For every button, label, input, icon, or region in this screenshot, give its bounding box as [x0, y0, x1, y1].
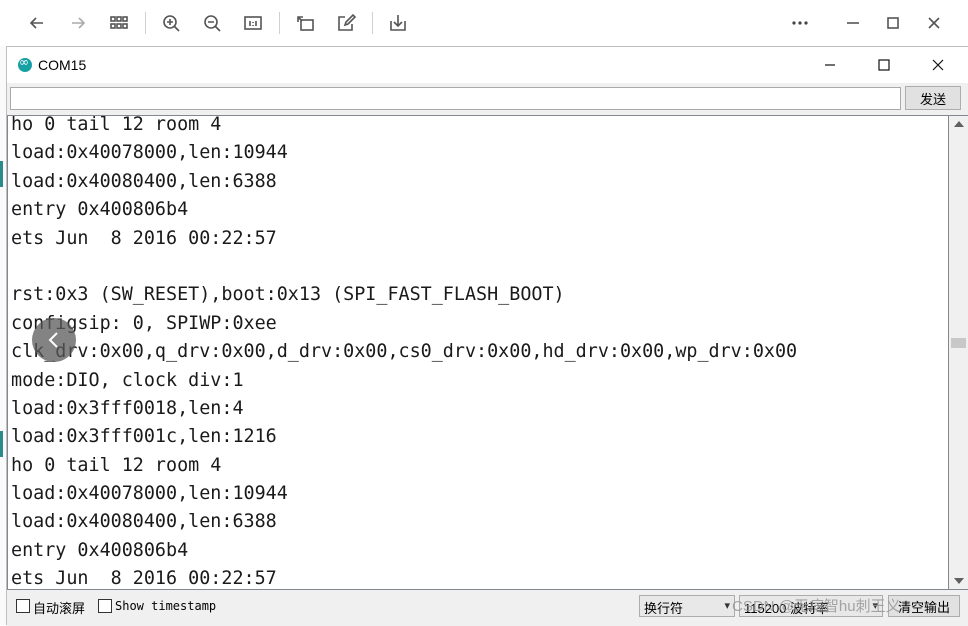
arduino-icon — [18, 55, 32, 72]
forward-arrow-icon[interactable] — [63, 8, 93, 38]
toolbar-divider — [279, 12, 280, 34]
send-button[interactable]: 发送 — [905, 86, 961, 110]
download-icon[interactable] — [383, 8, 413, 38]
output-line: mode:DIO, clock div:1 — [11, 369, 244, 391]
close-icon[interactable] — [919, 8, 949, 38]
output-line: load:0x3fff001c,len:1216 — [11, 426, 277, 448]
serial-output[interactable]: ho 0 tail 12 room 4 load:0x40078000,len:1… — [7, 115, 949, 590]
toolbar-divider — [372, 12, 373, 34]
output-line: rst:0x3 (SW_RESET),boot:0x13 (SPI_FAST_F… — [11, 284, 565, 306]
back-arrow-icon[interactable] — [22, 8, 52, 38]
maximize-icon — [878, 59, 890, 71]
output-lines: ho 0 tail 12 room 4 load:0x40078000,len:1… — [11, 115, 798, 590]
timestamp-label: Show timestamp — [115, 599, 217, 613]
watermark: CSDN @无病智hu刺王义 — [732, 598, 901, 615]
edge-accent — [0, 161, 3, 187]
window-minimize-button[interactable] — [807, 51, 853, 79]
send-input[interactable] — [10, 87, 901, 110]
output-line: entry 0x400806b4 — [11, 539, 189, 561]
rotate-icon[interactable] — [290, 8, 320, 38]
edge-accent — [0, 431, 3, 457]
grid-icon[interactable] — [104, 8, 134, 38]
autoscroll-label: 自动滚屏 — [33, 601, 86, 616]
chevron-down-icon: ▾ — [724, 599, 730, 612]
output-line: ho 0 tail 12 room 4 — [11, 115, 222, 135]
window-title: COM15 — [38, 57, 87, 73]
window-titlebar: COM15 — [7, 47, 968, 83]
maximize-icon[interactable] — [878, 8, 908, 38]
output-line: ets Jun 8 2016 00:22:57 — [11, 227, 277, 249]
output-line: load:0x40078000,len:10944 — [11, 142, 288, 164]
line-ending-select[interactable]: 换行符 ▾ — [639, 595, 735, 617]
actual-size-icon[interactable] — [238, 8, 268, 38]
minimize-icon — [825, 64, 835, 66]
autoscroll-checkbox[interactable] — [16, 599, 30, 613]
minimize-icon[interactable] — [838, 8, 868, 38]
output-line: load:0x40078000,len:10944 — [11, 483, 288, 505]
chevron-left-icon — [48, 332, 58, 348]
more-icon[interactable] — [785, 8, 815, 38]
output-scrollbar[interactable] — [949, 115, 968, 590]
scroll-down-icon[interactable] — [954, 578, 964, 584]
output-line: ho 0 tail 12 room 4 — [11, 454, 222, 476]
output-line: clk_drv:0x00,q_drv:0x00,d_drv:0x00,cs0_d… — [11, 341, 798, 363]
scroll-thumb[interactable] — [951, 338, 966, 348]
output-line: load:0x3fff0018,len:4 — [11, 397, 244, 419]
output-line: load:0x40080400,len:6388 — [11, 170, 277, 192]
viewer-toolbar — [0, 0, 968, 46]
output-line: load:0x40080400,len:6388 — [11, 511, 277, 533]
scroll-up-icon[interactable] — [954, 121, 964, 127]
window-close-button[interactable] — [915, 51, 961, 79]
toolbar-divider — [145, 12, 146, 34]
serial-monitor-window: COM15 发送 ho 0 tail 12 room 4 load:0x40078… — [6, 46, 968, 626]
output-line: entry 0x400806b4 — [11, 199, 189, 221]
timestamp-checkbox[interactable] — [98, 599, 112, 613]
zoom-out-icon[interactable] — [197, 8, 227, 38]
output-line: ets Jun 8 2016 00:22:57 — [11, 568, 277, 590]
previous-image-button[interactable] — [32, 318, 76, 362]
send-row: 发送 — [7, 83, 968, 115]
window-maximize-button[interactable] — [861, 51, 907, 79]
close-icon — [932, 59, 944, 71]
zoom-in-icon[interactable] — [156, 8, 186, 38]
edit-icon[interactable] — [331, 8, 361, 38]
line-ending-value: 换行符 — [644, 601, 684, 616]
output-line: configsip: 0, SPIWP:0xee — [11, 312, 277, 334]
